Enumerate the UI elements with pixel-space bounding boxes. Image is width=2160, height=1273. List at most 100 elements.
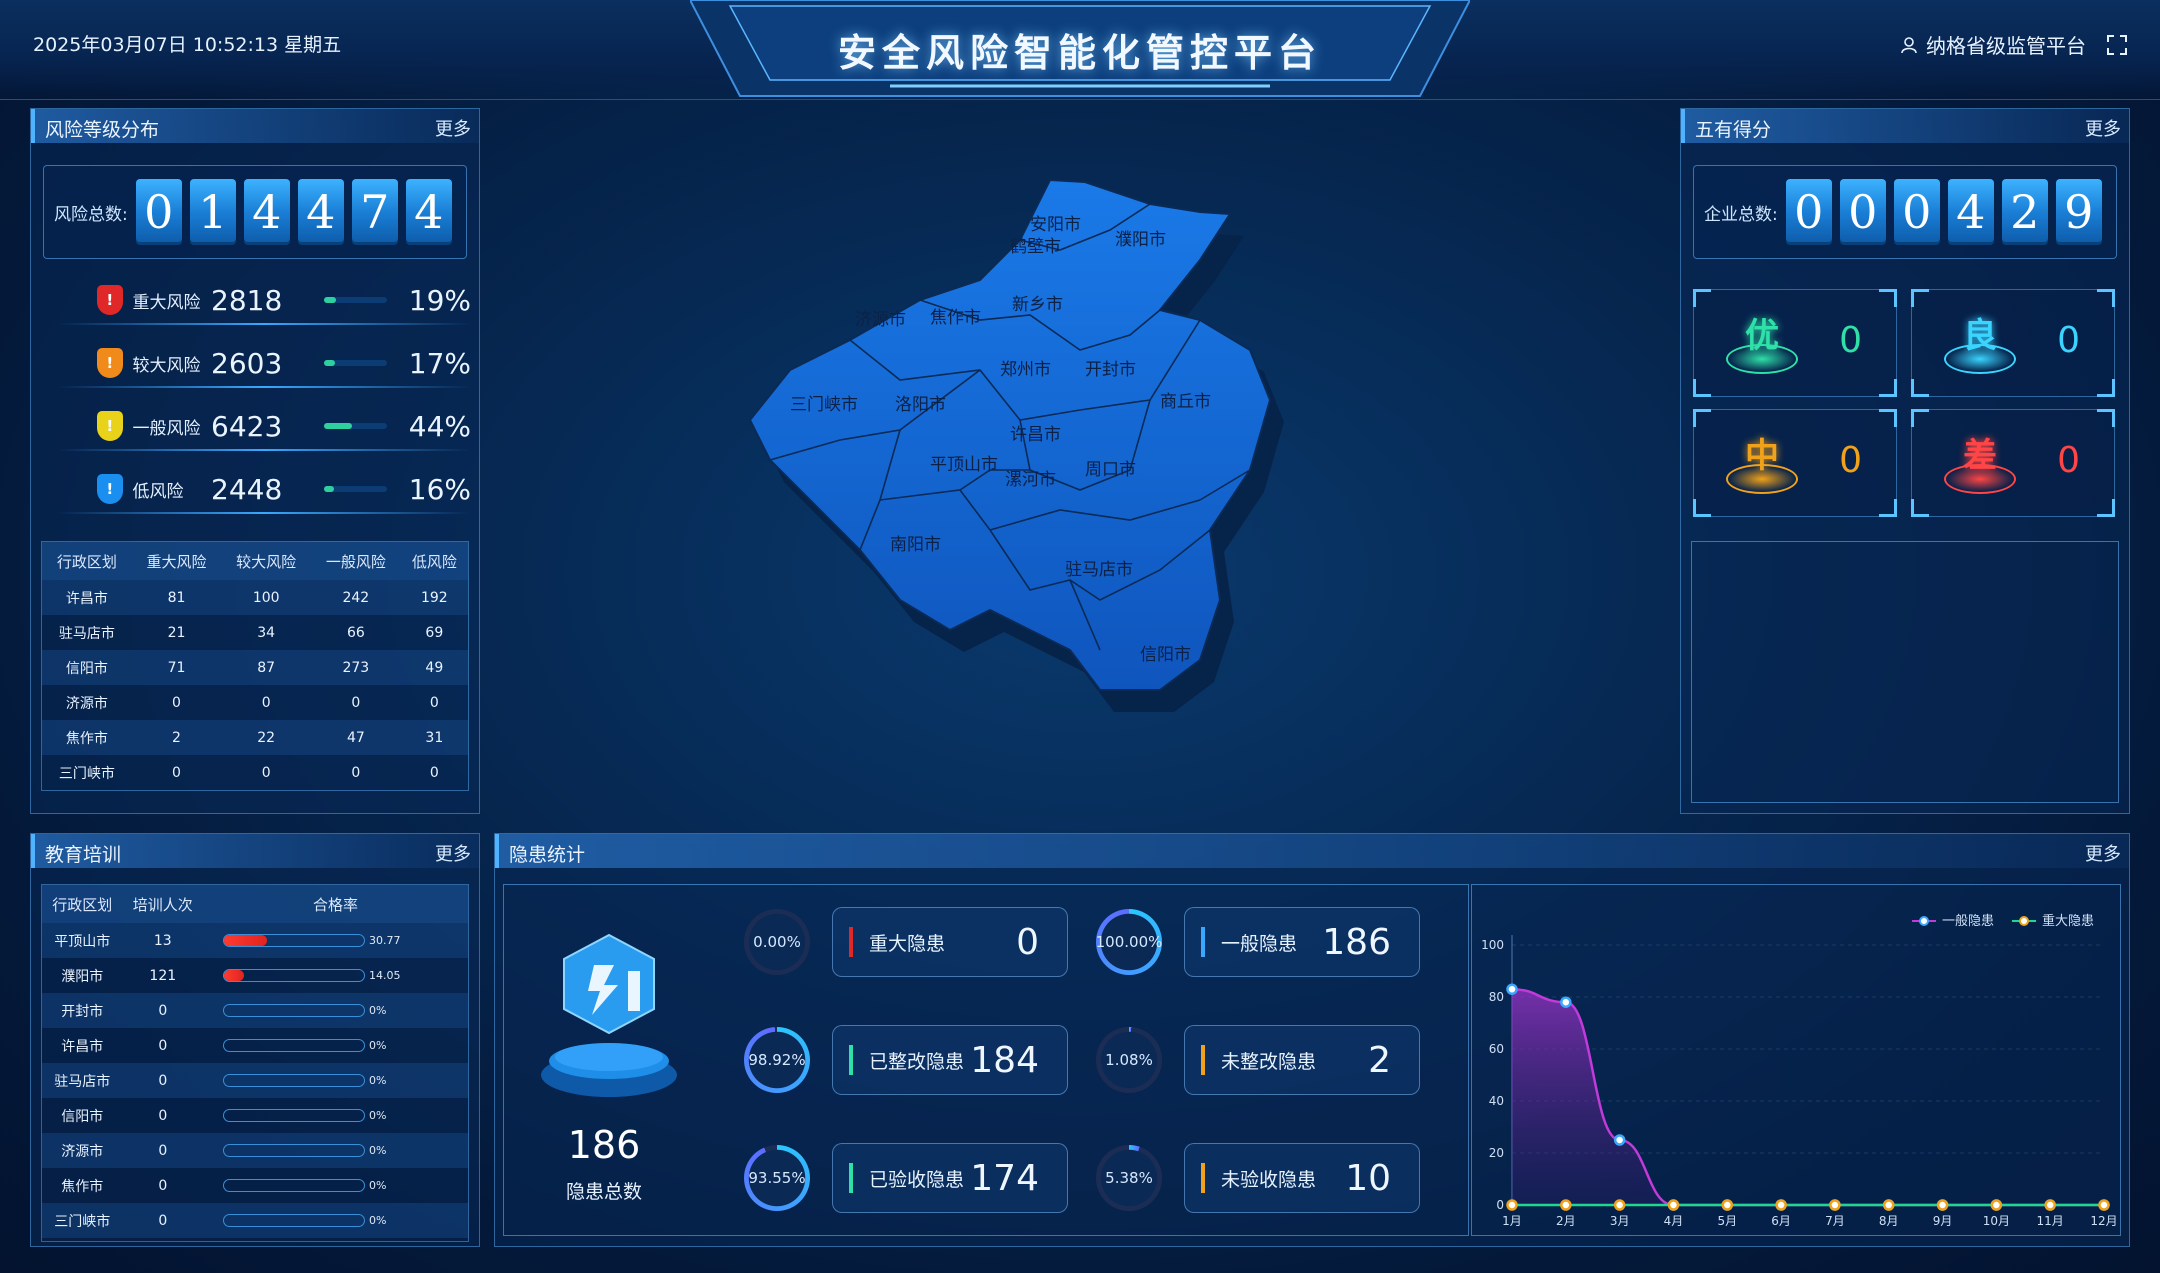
table-cell: 驻马店市 — [58, 625, 115, 642]
map-city-label[interactable]: 濮阳市 — [1115, 230, 1166, 250]
grade-card[interactable]: 良0 — [1911, 289, 2115, 397]
user-menu[interactable]: 纳格省级监管平台 — [1900, 30, 2128, 59]
table-row[interactable]: 信阳市 0 0% — [42, 1098, 468, 1133]
table-row[interactable]: 许昌市 0 0% — [42, 1028, 468, 1063]
counter-digit: 0 — [1785, 179, 1832, 245]
map-city-label[interactable]: 南阳市 — [890, 535, 941, 555]
training-region: 许昌市 — [61, 1038, 104, 1055]
hazard-total-value: 186 — [567, 1123, 641, 1167]
province-map[interactable]: 安阳市鹤壁市 濮阳市新乡市济源市 焦作市郑州市 开封市三门峡市 洛阳市 商丘市许昌市平顶山… — [730, 170, 1430, 790]
map-city-label[interactable]: 济源市 — [855, 310, 906, 330]
map-city-label[interactable]: 信阳市 — [1140, 645, 1191, 665]
grade-card[interactable]: 优0 — [1693, 289, 1897, 397]
training-table-header: 合格率 — [203, 885, 468, 923]
risk-table-header: 较大风险 — [221, 542, 312, 580]
table-row[interactable]: 焦作市 2 22 47 31 — [42, 720, 468, 755]
hazard-ratio-text: 1.08% — [1105, 1051, 1153, 1069]
x-tick-label: 3月 — [1610, 1214, 1630, 1228]
training-more-link[interactable]: 更多 — [435, 840, 471, 866]
table-row[interactable]: 平顶山市 13 30.77 — [42, 923, 468, 958]
hazard-stat-item[interactable]: 93.55% 已验收隐患 174 — [744, 1143, 1068, 1213]
table-cell: 87 — [221, 650, 312, 685]
map-city-label[interactable]: 许昌市 — [1010, 425, 1061, 445]
hazard-stat-marker — [1201, 1163, 1205, 1193]
hazard-stat-item[interactable]: 5.38% 未验收隐患 10 — [1096, 1143, 1420, 1213]
hazard-ratio-ring: 1.08% — [1096, 1027, 1162, 1093]
risk-level-row: ! 低风险 2448 16% — [47, 460, 471, 518]
pass-rate-bar — [223, 1144, 366, 1157]
map-city-label[interactable]: 开封市 — [1085, 360, 1136, 380]
score-more-link[interactable]: 更多 — [2085, 115, 2121, 141]
pass-rate-value: 0% — [369, 1039, 387, 1052]
map-city-label[interactable]: 焦作市 — [930, 308, 981, 328]
hazard-ratio-ring: 93.55% — [744, 1145, 810, 1211]
map-city-label[interactable]: 漯河市 — [1005, 470, 1056, 490]
table-row[interactable]: 濮阳市 121 14.05 — [42, 958, 468, 993]
score-panel-title: 五有得分 — [1681, 109, 2129, 143]
hazard-stat-item[interactable]: 98.92% 已整改隐患 184 — [744, 1025, 1068, 1095]
hazard-stat-marker — [849, 1163, 853, 1193]
x-tick-label: 6月 — [1771, 1214, 1791, 1228]
training-region: 平顶山市 — [42, 923, 123, 958]
risk-level-percent: 17% — [408, 346, 471, 380]
risk-level-label: 低风险 — [132, 481, 184, 502]
datetime-display: 2025年03月07日 10:52:13 星期五 — [33, 34, 342, 56]
table-row[interactable]: 三门峡市 0 0 0 0 — [42, 755, 468, 790]
map-city-label[interactable]: 平顶山市 — [930, 455, 998, 475]
hazard-stat-item[interactable]: 0.00% 重大隐患 0 — [744, 907, 1068, 977]
map-city-label[interactable]: 洛阳市 — [895, 395, 946, 415]
table-row[interactable]: 济源市 0 0 0 0 — [42, 685, 468, 720]
map-city-label[interactable]: 鹤壁市 — [1010, 237, 1061, 257]
data-point — [1560, 996, 1572, 1008]
map-city-label[interactable]: 商丘市 — [1160, 392, 1211, 412]
counter-digit: 2 — [2001, 179, 2048, 245]
data-point — [1506, 983, 1518, 995]
training-region: 三门峡市 — [42, 1203, 123, 1238]
hazard-stat-item[interactable]: 1.08% 未整改隐患 2 — [1096, 1025, 1420, 1095]
data-point — [1990, 1199, 2003, 1211]
data-point — [1775, 1199, 1787, 1211]
map-city-label[interactable]: 新乡市 — [1012, 295, 1063, 315]
risk-table-header: 重大风险 — [131, 542, 222, 580]
corner-decoration — [1693, 499, 1711, 517]
map-city-label[interactable]: 郑州市 — [1000, 360, 1051, 380]
table-row[interactable]: 三门峡市 0 0% — [42, 1203, 468, 1238]
risk-level-bar-fill — [323, 360, 335, 366]
map-city-label[interactable]: 驻马店市 — [1065, 560, 1133, 580]
training-panel-title: 教育培训 — [31, 834, 479, 868]
table-row[interactable]: 开封市 0 0% — [42, 993, 468, 1028]
table-cell: 焦作市 — [42, 720, 132, 755]
training-table-header: 培训人次 — [122, 885, 204, 923]
training-count: 13 — [122, 923, 204, 958]
table-row[interactable]: 焦作市 0 0% — [42, 1168, 468, 1203]
risk-level-label: 较大风险 — [132, 355, 201, 376]
table-row[interactable]: 驻马店市 21 34 66 69 — [42, 615, 468, 650]
enterprise-total-digits: 000429 — [1785, 179, 2102, 245]
risk-level-row: ! 重大风险 2818 19% — [47, 271, 471, 329]
table-row[interactable]: 许昌市 81 100 242 192 — [42, 580, 468, 615]
table-cell: 0 — [351, 764, 361, 781]
table-cell: 21 — [167, 624, 186, 641]
table-row[interactable]: 济源市 0 0% — [42, 1133, 468, 1168]
hazard-trend-chart: 0 20 40 60 80 100 1月 2月 3月 4月 5月 6月 7月 8月 9月 10月 11月 12月 一… — [1481, 913, 2118, 1228]
map-city-label[interactable]: 安阳市 — [1030, 215, 1081, 235]
shield-icon: ! — [97, 285, 123, 315]
grade-medal-icon: 优 — [1722, 304, 1802, 384]
risk-level-bar-fill — [323, 423, 352, 429]
map-city-label[interactable]: 三门峡市 — [790, 395, 858, 415]
hazard-ratio-ring: 98.92% — [744, 1027, 810, 1093]
table-row[interactable]: 驻马店市 0 0% — [42, 1063, 468, 1098]
risk-more-link[interactable]: 更多 — [435, 115, 471, 141]
corner-decoration — [1911, 409, 1929, 427]
hazard-more-link[interactable]: 更多 — [2085, 840, 2121, 866]
fullscreen-icon[interactable] — [2106, 34, 2128, 56]
table-row[interactable]: 信阳市 71 87 273 49 — [42, 650, 468, 685]
shield-icon: ! — [97, 411, 123, 441]
grade-card[interactable]: 差0 — [1911, 409, 2115, 517]
grade-card[interactable]: 中0 — [1693, 409, 1897, 517]
corner-decoration — [2097, 409, 2115, 427]
hazard-ratio-ring: 0.00% — [744, 909, 810, 975]
map-city-label[interactable]: 周口市 — [1085, 460, 1136, 480]
counter-digit: 4 — [405, 179, 452, 245]
hazard-stat-item[interactable]: 100.00% 一般隐患 186 — [1096, 907, 1420, 977]
